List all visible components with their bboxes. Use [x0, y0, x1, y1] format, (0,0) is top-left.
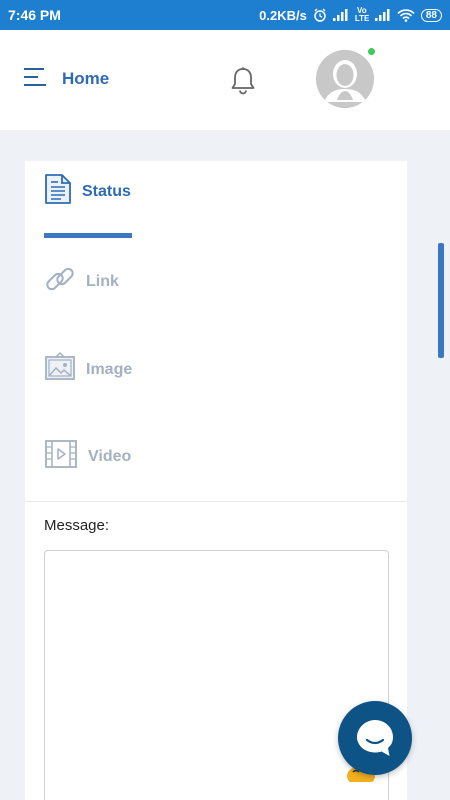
status-icons: 0.2KB/s Vo LTE 88 [259, 7, 442, 23]
net-speed: 0.2KB/s [259, 7, 307, 23]
tab-label: Video [88, 447, 132, 465]
document-icon [44, 173, 72, 210]
alarm-icon [313, 8, 327, 22]
menu-icon[interactable] [24, 68, 48, 88]
home-link[interactable]: Home [62, 69, 109, 89]
scrollbar[interactable] [438, 243, 444, 358]
divider [25, 501, 407, 502]
tab-image[interactable]: Image [44, 351, 132, 388]
active-tab-indicator [44, 233, 132, 238]
tab-label: Status [82, 182, 131, 200]
tab-video[interactable]: Video [44, 439, 131, 474]
avatar[interactable] [316, 50, 374, 108]
tab-status[interactable]: Status [44, 173, 131, 210]
chat-button[interactable] [338, 701, 412, 775]
tab-link[interactable]: Link [44, 263, 119, 300]
chat-bubble-icon [357, 720, 393, 756]
image-icon [44, 351, 76, 388]
signal-icon [332, 9, 349, 21]
signal-icon-2 [374, 9, 391, 21]
link-icon [44, 263, 76, 300]
tab-label: Link [86, 272, 119, 290]
tab-label: Image [86, 360, 133, 378]
volte-icon: Vo LTE [354, 6, 370, 23]
post-composer-card: Status Link Image Video Message: [25, 161, 407, 800]
status-bar: 7:46 PM 0.2KB/s Vo LTE 88 [0, 0, 450, 30]
message-input[interactable] [44, 550, 389, 800]
online-status-dot [367, 47, 376, 56]
wifi-icon [397, 8, 415, 22]
app-bar: Home [0, 30, 450, 130]
bell-icon[interactable] [229, 66, 257, 96]
message-label: Message: [44, 517, 110, 534]
battery-indicator: 88 [420, 8, 442, 22]
user-silhouette-icon [316, 50, 374, 108]
video-icon [44, 439, 78, 474]
clock: 7:46 PM [8, 7, 61, 23]
